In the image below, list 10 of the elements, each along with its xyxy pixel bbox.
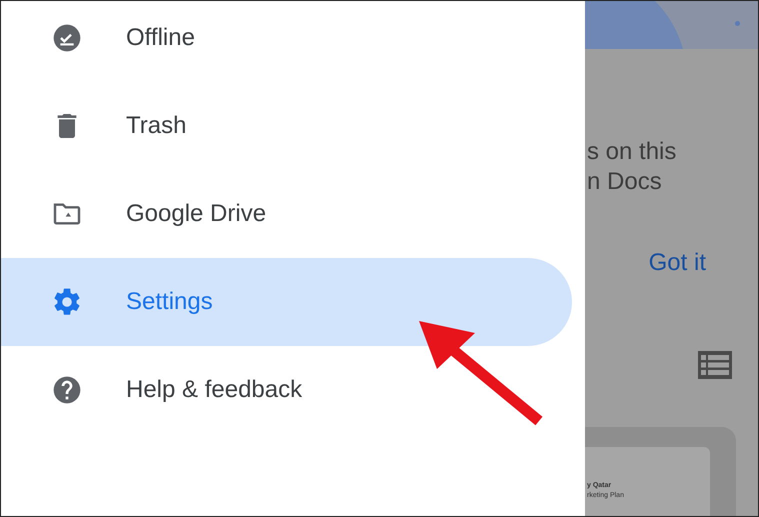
menu-item[interactable]: Google Drive [1,170,572,258]
menu-item[interactable]: Offline [1,1,572,82]
menu-item[interactable]: Trash [1,82,572,170]
banner-text: s on this [587,137,678,167]
banner-text: n Docs [587,167,663,197]
help-icon [51,374,83,406]
offline-icon [51,22,83,54]
menu-item[interactable]: Help & feedback [1,346,572,434]
dot-icon [735,21,740,26]
list-view-icon[interactable] [698,351,732,379]
